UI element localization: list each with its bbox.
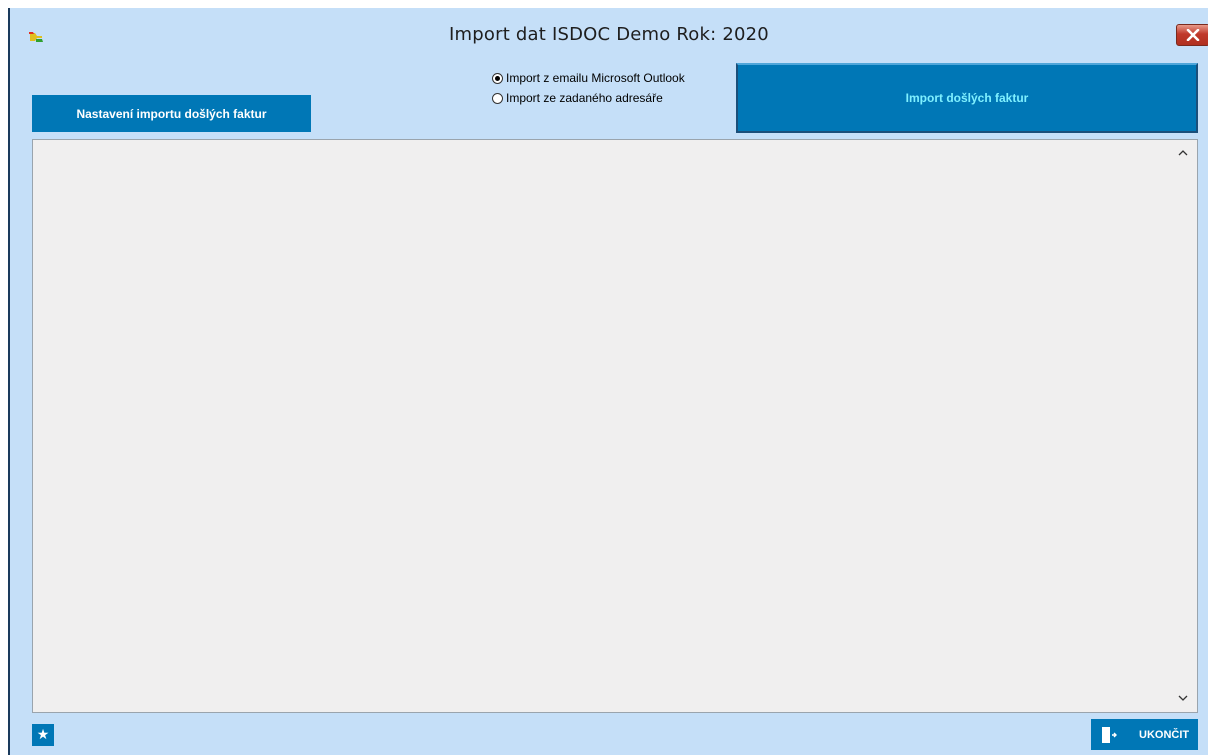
import-settings-button[interactable]: Nastavení importu došlých faktur <box>32 95 311 132</box>
radio-import-outlook[interactable]: Import z emailu Microsoft Outlook <box>492 68 685 88</box>
import-invoices-label: Import došlých faktur <box>905 91 1029 105</box>
radio-button-unchecked[interactable] <box>492 92 503 104</box>
import-invoices-button[interactable]: Import došlých faktur <box>736 63 1198 133</box>
favorite-button[interactable]: ★ <box>32 724 54 746</box>
import-source-radio-group: Import z emailu Microsoft Outlook Import… <box>492 68 685 108</box>
scroll-down-icon[interactable] <box>1177 692 1189 704</box>
star-icon: ★ <box>36 727 50 743</box>
window-title: Import dat ISDOC Demo Rok: 2020 <box>449 24 769 45</box>
main-window: Import dat ISDOC Demo Rok: 2020 Nastaven… <box>8 8 1208 755</box>
exit-button[interactable]: UKONČIT <box>1091 719 1198 750</box>
door-exit-icon <box>1102 726 1117 743</box>
title-bar: Import dat ISDOC Demo Rok: 2020 <box>10 8 1208 58</box>
close-button[interactable] <box>1176 24 1208 46</box>
radio-button-checked[interactable] <box>492 72 503 84</box>
invoice-list-area[interactable] <box>32 139 1198 713</box>
close-icon <box>1186 29 1200 41</box>
scroll-up-icon[interactable] <box>1177 146 1189 158</box>
radio-label-folder: Import ze zadaného adresáře <box>506 91 663 105</box>
exit-label: UKONČIT <box>1139 728 1190 741</box>
radio-import-folder[interactable]: Import ze zadaného adresáře <box>492 88 685 108</box>
import-settings-label: Nastavení importu došlých faktur <box>76 106 267 121</box>
radio-label-outlook: Import z emailu Microsoft Outlook <box>506 71 685 85</box>
